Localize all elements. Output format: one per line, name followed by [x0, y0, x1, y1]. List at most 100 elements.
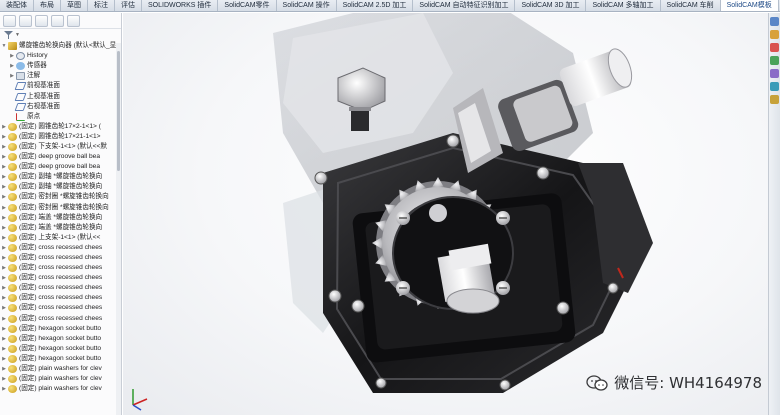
- file-explorer-icon[interactable]: [770, 56, 779, 65]
- expand-arrow-icon[interactable]: ▶: [0, 142, 8, 152]
- command-tab[interactable]: SolidCAM 2.5D 加工: [337, 0, 414, 11]
- expand-arrow-icon[interactable]: ▶: [0, 192, 8, 202]
- tree-item[interactable]: ▶ (固定) cross recessed chees: [0, 273, 121, 283]
- tree-item[interactable]: ▶ (固定) 副轴 *螺旋锥齿轮换向: [0, 172, 121, 182]
- expand-arrow-icon[interactable]: ▶: [0, 273, 8, 283]
- filter-dropdown-icon[interactable]: ▼: [15, 32, 20, 38]
- tree-item[interactable]: 上视基准面: [0, 91, 121, 101]
- expand-arrow-icon[interactable]: ▶: [0, 203, 8, 213]
- tree-scrollbar[interactable]: [116, 43, 121, 415]
- command-tab[interactable]: 草图: [61, 0, 88, 11]
- expand-arrow-icon[interactable]: ▶: [0, 263, 8, 273]
- expand-arrow-icon[interactable]: ▶: [0, 324, 8, 334]
- expand-arrow-icon[interactable]: ▶: [0, 132, 8, 142]
- expand-arrow-icon[interactable]: ▶: [0, 253, 8, 263]
- expand-arrow-icon[interactable]: ▶: [8, 71, 16, 81]
- tree-item[interactable]: 右视基准面: [0, 102, 121, 112]
- command-tab[interactable]: SolidCAM 多轴加工: [586, 0, 661, 11]
- tree-item[interactable]: ▶ (固定) hexagon socket butto: [0, 334, 121, 344]
- tree-item[interactable]: ▶ (固定) hexagon socket butto: [0, 354, 121, 364]
- tree-scrollbar-thumb[interactable]: [117, 51, 120, 171]
- expand-arrow-icon[interactable]: ▶: [0, 293, 8, 303]
- command-tab[interactable]: 评估: [115, 0, 142, 11]
- tree-item[interactable]: 前视基准面: [0, 81, 121, 91]
- command-tab[interactable]: SolidCAM零件: [218, 0, 277, 11]
- expand-arrow-icon[interactable]: ▶: [0, 384, 8, 394]
- tree-item[interactable]: ▶ 传感器: [0, 61, 121, 71]
- expand-arrow-icon[interactable]: ▶: [0, 162, 8, 172]
- expand-arrow-icon[interactable]: ▶: [0, 334, 8, 344]
- filter-icon[interactable]: [4, 31, 13, 39]
- expand-arrow-icon[interactable]: ▶: [0, 152, 8, 162]
- tree-item[interactable]: ▶ (固定) hexagon socket butto: [0, 344, 121, 354]
- tree-item[interactable]: ▶ (固定) 下支架-1<1> (默认<<默: [0, 142, 121, 152]
- tree-item[interactable]: ▶ (固定) cross recessed chees: [0, 283, 121, 293]
- home-icon[interactable]: [770, 17, 779, 26]
- expand-arrow-icon[interactable]: ▶: [0, 344, 8, 354]
- expand-arrow-icon[interactable]: ▶: [8, 51, 16, 61]
- command-tab[interactable]: SOLIDWORKS 插件: [142, 0, 219, 11]
- expand-arrow-icon[interactable]: ▶: [0, 303, 8, 313]
- tree-item[interactable]: ▶ (固定) cross recessed chees: [0, 303, 121, 313]
- tree-item[interactable]: ▶ (固定) hexagon socket butto: [0, 324, 121, 334]
- tree-item[interactable]: ▶ (固定) 密封圈 *螺旋锥齿轮换向: [0, 203, 121, 213]
- configuration-manager-tab-icon[interactable]: [35, 14, 48, 27]
- expand-arrow-icon[interactable]: ▶: [0, 223, 8, 233]
- tree-item[interactable]: ▶ (固定) 上支架-1<1> (默认<<: [0, 233, 121, 243]
- display-manager-tab-icon[interactable]: [67, 14, 80, 27]
- expand-arrow-icon[interactable]: ▶: [0, 172, 8, 182]
- collapse-arrow-icon[interactable]: ▼: [0, 41, 8, 51]
- command-tab[interactable]: 标注: [88, 0, 115, 11]
- resources-icon[interactable]: [770, 30, 779, 39]
- property-manager-tab-icon[interactable]: [19, 14, 32, 27]
- tree-item[interactable]: ▶ (固定) 副轴 *螺旋锥齿轮换向: [0, 182, 121, 192]
- tree-item[interactable]: ▶ (固定) plain washers for clev: [0, 364, 121, 374]
- tree-item[interactable]: 原点: [0, 112, 121, 122]
- tree-root-assembly[interactable]: ▼ 螺旋锥齿轮换向器 (默认<默认_显: [0, 41, 121, 51]
- command-tab[interactable]: SolidCAM 自动特征识别加工: [413, 0, 516, 11]
- graphics-viewport[interactable]: 微信号: WH4164978: [123, 13, 780, 415]
- tree-item[interactable]: ▶ (固定) cross recessed chees: [0, 243, 121, 253]
- tree-item[interactable]: ▶ (固定) plain washers for clev: [0, 384, 121, 394]
- tree-item-label: 注解: [27, 72, 41, 80]
- command-tab[interactable]: 装配体: [0, 0, 34, 11]
- tree-item[interactable]: ▶ (固定) 密封圈 *螺旋锥齿轮换向: [0, 192, 121, 202]
- expand-arrow-icon[interactable]: ▶: [0, 233, 8, 243]
- expand-arrow-icon[interactable]: ▶: [0, 182, 8, 192]
- command-tab[interactable]: SolidCAM 车削: [661, 0, 721, 11]
- tree-item[interactable]: ▶ 注解: [0, 71, 121, 81]
- tree-item[interactable]: ▶ (固定) 圆锥齿轮17×2-1<1> (: [0, 122, 121, 132]
- expand-arrow-icon[interactable]: ▶: [0, 122, 8, 132]
- design-library-icon[interactable]: [770, 43, 779, 52]
- tree-item[interactable]: ▶ (固定) 端盖 *螺旋锥齿轮换向: [0, 213, 121, 223]
- expand-arrow-icon[interactable]: ▶: [8, 61, 16, 71]
- gearbox-model[interactable]: [123, 13, 780, 415]
- feature-tree-tab-icon[interactable]: [3, 14, 16, 27]
- command-tab[interactable]: 布局: [34, 0, 61, 11]
- custom-properties-icon[interactable]: [770, 95, 779, 104]
- command-tab[interactable]: SolidCAM 操作: [277, 0, 337, 11]
- tree-item[interactable]: ▶ (固定) deep groove ball bea: [0, 152, 121, 162]
- expand-arrow-icon[interactable]: ▶: [0, 354, 8, 364]
- expand-arrow-icon[interactable]: ▶: [0, 243, 8, 253]
- expand-arrow-icon[interactable]: ▶: [0, 283, 8, 293]
- tree-item[interactable]: ▶ (固定) 端盖 *螺旋锥齿轮换向: [0, 223, 121, 233]
- view-palette-icon[interactable]: [770, 69, 779, 78]
- tree-item[interactable]: ▶ (固定) cross recessed chees: [0, 314, 121, 324]
- expand-arrow-icon[interactable]: ▶: [0, 213, 8, 223]
- dimxpert-tab-icon[interactable]: [51, 14, 64, 27]
- tree-item[interactable]: ▶ (固定) 圆锥齿轮17×21-1<1>: [0, 132, 121, 142]
- command-tab[interactable]: SolidCAM 3D 加工: [515, 0, 587, 11]
- tree-item[interactable]: ▶ (固定) cross recessed chees: [0, 293, 121, 303]
- command-tab[interactable]: SolidCAM模板: [720, 0, 779, 11]
- tree-item[interactable]: ▶ (固定) deep groove ball bea: [0, 162, 121, 172]
- tree-item[interactable]: ▶ (固定) cross recessed chees: [0, 263, 121, 273]
- appearances-icon[interactable]: [770, 82, 779, 91]
- tree-item[interactable]: ▶ (固定) plain washers for clev: [0, 374, 121, 384]
- expand-arrow-icon[interactable]: ▶: [0, 364, 8, 374]
- tree-item[interactable]: ▶ (固定) cross recessed chees: [0, 253, 121, 263]
- expand-arrow-icon[interactable]: ▶: [0, 314, 8, 324]
- part-icon: [8, 264, 17, 273]
- expand-arrow-icon[interactable]: ▶: [0, 374, 8, 384]
- tree-item[interactable]: ▶ History: [0, 51, 121, 61]
